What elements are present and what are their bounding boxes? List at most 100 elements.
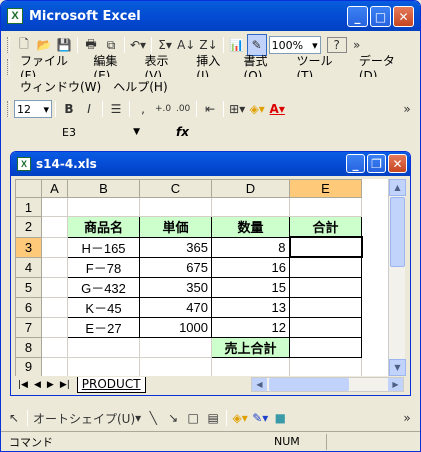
sales-total-cell[interactable] — [289, 336, 362, 358]
decrease-decimal-icon[interactable]: .00 — [173, 98, 193, 120]
menu-window[interactable]: ウィンドウ(W) — [14, 78, 107, 95]
scroll-down-icon[interactable]: ▼ — [389, 359, 406, 376]
workbook-minimize-button[interactable]: _ — [346, 154, 365, 173]
column-header-e[interactable]: E — [289, 179, 362, 198]
cell-name[interactable]: K－45 — [67, 296, 140, 318]
decrease-indent-icon[interactable]: ⇤ — [200, 98, 220, 120]
select-all-corner[interactable] — [15, 179, 42, 198]
fx-icon[interactable]: fx — [176, 125, 189, 139]
scroll-right-icon[interactable]: ▶ — [388, 378, 403, 391]
cell-price[interactable]: 470 — [139, 296, 212, 318]
toolbar-grip[interactable] — [7, 37, 10, 53]
close-button[interactable]: ✕ — [393, 6, 414, 27]
fill-color-draw-icon[interactable]: ◈▾ — [230, 407, 250, 429]
cell[interactable] — [67, 356, 140, 376]
cell-price[interactable]: 365 — [139, 236, 212, 258]
cell-price[interactable]: 350 — [139, 276, 212, 298]
cell[interactable] — [41, 276, 68, 298]
row-header[interactable]: 2 — [15, 216, 42, 238]
cell-qty[interactable]: 12 — [211, 316, 290, 338]
cell[interactable] — [41, 296, 68, 318]
align-center-icon[interactable]: ☰ — [106, 98, 126, 120]
cell-total[interactable] — [289, 276, 362, 298]
cell-qty[interactable]: 16 — [211, 256, 290, 278]
cell[interactable] — [211, 356, 290, 376]
cell-total[interactable] — [289, 256, 362, 278]
textbox-tool-icon[interactable]: ▤ — [203, 407, 223, 429]
row-header[interactable]: 4 — [15, 256, 42, 278]
prev-sheet-icon[interactable]: ◀ — [31, 380, 44, 390]
maximize-button[interactable]: □ — [370, 6, 391, 27]
row-header[interactable]: 6 — [15, 296, 42, 318]
workbook-close-button[interactable]: ✕ — [388, 154, 407, 173]
cell-name[interactable]: H－165 — [67, 236, 140, 258]
cell[interactable] — [139, 356, 212, 376]
next-sheet-icon[interactable]: ▶ — [44, 380, 57, 390]
column-header-d[interactable]: D — [211, 179, 290, 198]
last-sheet-icon[interactable]: ▶| — [57, 380, 73, 390]
cell[interactable] — [67, 336, 140, 358]
cell-price[interactable]: 675 — [139, 256, 212, 278]
column-header-b[interactable]: B — [67, 179, 140, 198]
workbook-restore-button[interactable]: ❐ — [367, 154, 386, 173]
cell[interactable] — [41, 316, 68, 338]
menu-help[interactable]: ヘルプ(H) — [107, 78, 173, 95]
rectangle-tool-icon[interactable]: □ — [183, 407, 203, 429]
row-header[interactable]: 3 — [15, 236, 42, 258]
row-header[interactable]: 5 — [15, 276, 42, 298]
toolbar-options-icon-2[interactable]: » — [397, 98, 417, 120]
bold-button[interactable]: B — [59, 98, 79, 120]
row-header[interactable]: 7 — [15, 316, 42, 338]
fill-color-icon[interactable]: ◈▾ — [247, 98, 267, 120]
cell-total[interactable] — [289, 316, 362, 338]
cell[interactable] — [139, 336, 212, 358]
sheet-tab-product[interactable]: PRODUCT — [76, 376, 146, 393]
cell[interactable] — [41, 356, 68, 376]
cell[interactable] — [289, 197, 362, 217]
scroll-left-icon[interactable]: ◀ — [252, 378, 267, 391]
column-header-c[interactable]: C — [139, 179, 212, 198]
horizontal-scrollbar[interactable]: ◀ ▶ — [251, 377, 404, 392]
cell[interactable] — [67, 197, 140, 217]
cell[interactable] — [289, 356, 362, 376]
horizontal-scroll-thumb[interactable] — [269, 378, 349, 391]
3d-style-icon[interactable]: ■ — [270, 407, 290, 429]
font-size-select[interactable]: 12 ▾ — [14, 100, 52, 118]
toolbar-options-icon-3[interactable]: » — [397, 407, 417, 429]
cell-qty[interactable]: 13 — [211, 296, 290, 318]
column-header-a[interactable]: A — [41, 179, 68, 198]
cell-total[interactable] — [289, 296, 362, 318]
row-header[interactable]: 1 — [15, 197, 42, 217]
cell[interactable] — [41, 216, 68, 238]
first-sheet-icon[interactable]: |◀ — [15, 380, 31, 390]
scroll-up-icon[interactable]: ▲ — [389, 179, 406, 196]
header-cell-qty[interactable]: 数量 — [211, 216, 290, 238]
arrow-tool-icon[interactable]: ↘ — [163, 407, 183, 429]
increase-decimal-icon[interactable]: +.0 — [153, 98, 173, 120]
row-header[interactable]: 8 — [15, 336, 42, 358]
cell[interactable] — [41, 256, 68, 278]
workbook-title-bar[interactable]: X s14-4.xls _ ❐ ✕ — [11, 152, 410, 176]
cell-name[interactable]: G－432 — [67, 276, 140, 298]
autoshape-menu[interactable]: オートシェイプ(U) ▾ — [31, 407, 143, 429]
minimize-button[interactable]: _ — [347, 6, 368, 27]
line-color-icon[interactable]: ✎▾ — [250, 407, 270, 429]
cell-qty[interactable]: 8 — [211, 236, 290, 258]
formula-input[interactable] — [197, 123, 417, 141]
vertical-scroll-thumb[interactable] — [390, 197, 405, 267]
cell[interactable] — [139, 197, 212, 217]
cell-price[interactable]: 1000 — [139, 316, 212, 338]
row-header[interactable]: 9 — [15, 356, 42, 376]
cell[interactable] — [41, 236, 68, 258]
font-color-icon[interactable]: A ▾ — [267, 98, 287, 120]
cell-name[interactable]: E－27 — [67, 316, 140, 338]
italic-button[interactable]: I — [79, 98, 99, 120]
spreadsheet-grid[interactable]: A B C D E 1 2 商品名 単価 数量 合計 3 H－165 365 8… — [15, 179, 393, 376]
borders-icon[interactable]: ⊞▾ — [227, 98, 247, 120]
active-cell-e3[interactable] — [288, 236, 363, 258]
vertical-scrollbar[interactable]: ▲ ▼ — [388, 179, 406, 376]
header-cell-total[interactable]: 合計 — [289, 216, 362, 238]
name-box[interactable]: E3 ▼ — [12, 123, 146, 141]
line-tool-icon[interactable]: ╲ — [143, 407, 163, 429]
sales-total-label[interactable]: 売上合計 — [211, 336, 290, 358]
